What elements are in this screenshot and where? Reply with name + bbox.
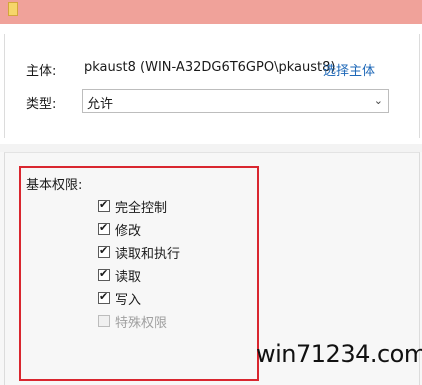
permission-label: 读取 bbox=[115, 269, 142, 285]
permission-write[interactable]: ✔ 写入 bbox=[98, 289, 142, 308]
type-dropdown-value: 允许 bbox=[87, 97, 114, 112]
owner-value: pkaust8 (WIN-A32DG6T6GPO\pkaust8) bbox=[84, 60, 336, 75]
check-icon: ✔ bbox=[99, 244, 109, 257]
watermark: win71234.com bbox=[256, 340, 422, 368]
section-divider bbox=[0, 144, 422, 152]
select-owner-link[interactable]: 选择主体 bbox=[323, 60, 375, 79]
permission-label: 完全控制 bbox=[115, 200, 168, 216]
permission-label: 特殊权限 bbox=[115, 315, 168, 331]
owner-label: 主体: bbox=[26, 64, 57, 79]
folder-icon bbox=[8, 2, 18, 16]
owner-panel-frame bbox=[4, 34, 420, 138]
checkbox[interactable]: ✔ bbox=[98, 198, 110, 212]
chevron-down-icon: ⌄ bbox=[373, 94, 383, 107]
checkbox[interactable]: ✔ bbox=[98, 267, 110, 281]
check-icon: ✔ bbox=[99, 198, 109, 211]
checkbox[interactable]: ✔ bbox=[98, 221, 110, 235]
permission-modify[interactable]: ✔ 修改 bbox=[98, 220, 142, 239]
type-dropdown[interactable]: 允许 ⌄ bbox=[82, 89, 389, 113]
permission-label: 修改 bbox=[115, 223, 142, 239]
check-icon: ✔ bbox=[99, 290, 109, 303]
checkbox-disabled bbox=[98, 315, 110, 327]
check-icon: ✔ bbox=[99, 267, 109, 280]
window-titlebar bbox=[0, 0, 422, 24]
permission-read[interactable]: ✔ 读取 bbox=[98, 266, 142, 285]
basic-permissions-heading: 基本权限: bbox=[26, 178, 83, 193]
checkbox[interactable]: ✔ bbox=[98, 244, 110, 258]
permission-special: 特殊权限 bbox=[98, 312, 168, 331]
permission-full-control[interactable]: ✔ 完全控制 bbox=[98, 197, 168, 216]
permission-label: 读取和执行 bbox=[115, 246, 181, 262]
checkbox[interactable]: ✔ bbox=[98, 290, 110, 304]
permission-label: 写入 bbox=[115, 292, 142, 308]
permission-read-execute[interactable]: ✔ 读取和执行 bbox=[98, 243, 181, 262]
check-icon: ✔ bbox=[99, 221, 109, 234]
type-label: 类型: bbox=[26, 97, 57, 112]
